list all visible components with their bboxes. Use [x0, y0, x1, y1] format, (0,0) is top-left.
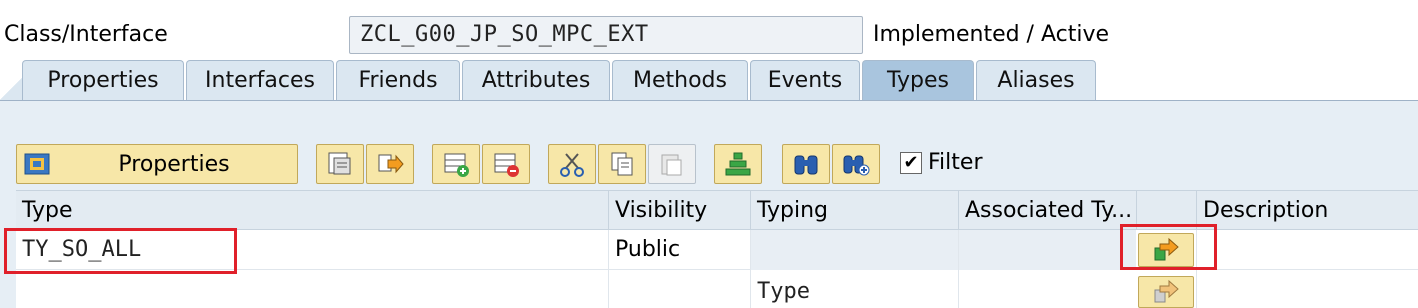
- col-typing[interactable]: Typing: [750, 191, 958, 231]
- find-next-icon: [842, 150, 870, 178]
- properties-button-label: Properties: [118, 151, 230, 177]
- col-type[interactable]: Type: [16, 191, 608, 231]
- delete-row-button[interactable]: [482, 144, 530, 184]
- filter-toggle[interactable]: ✔ Filter: [900, 150, 982, 175]
- paste-button[interactable]: [648, 144, 696, 184]
- copy-icon: [608, 150, 636, 178]
- hierarchy-button[interactable]: [714, 144, 762, 184]
- detail-view-button[interactable]: [316, 144, 364, 184]
- delete-row-icon: [492, 150, 520, 178]
- tab-types[interactable]: Types: [862, 60, 974, 100]
- tab-events[interactable]: Events: [750, 60, 860, 100]
- tab-friends[interactable]: Friends: [336, 60, 460, 100]
- tab-interfaces[interactable]: Interfaces: [186, 60, 334, 100]
- properties-icon: [23, 150, 51, 178]
- description-cell[interactable]: [1196, 230, 1418, 270]
- detail-view-icon: [326, 150, 354, 178]
- class-name-field[interactable]: ZCL_G00_JP_SO_MPC_EXT: [349, 16, 863, 54]
- insert-row-icon: [442, 150, 470, 178]
- highlight-type-cell: [4, 228, 237, 274]
- find-next-button[interactable]: [832, 144, 880, 184]
- class-interface-label: Class/Interface: [4, 22, 168, 47]
- associated-type-cell[interactable]: [958, 270, 1136, 308]
- filter-checkbox[interactable]: ✔: [900, 151, 922, 174]
- tab-aliases[interactable]: Aliases: [976, 60, 1096, 100]
- tab-strip: Properties Interfaces Friends Attributes…: [0, 60, 1418, 100]
- table-row[interactable]: Type: [16, 270, 1418, 308]
- insert-row-button[interactable]: [432, 144, 480, 184]
- goto-arrow-icon: [1152, 278, 1180, 306]
- goto-icon: [376, 150, 404, 178]
- col-associated-type[interactable]: Associated Ty...: [958, 191, 1136, 231]
- cut-button[interactable]: [548, 144, 596, 184]
- tab-attributes[interactable]: Attributes: [462, 60, 610, 100]
- description-cell[interactable]: [1196, 270, 1418, 308]
- status-text: Implemented / Active: [873, 22, 1110, 47]
- typing-cell[interactable]: Type: [750, 270, 958, 308]
- col-description[interactable]: Description: [1196, 191, 1418, 231]
- visibility-cell[interactable]: Public: [608, 230, 750, 270]
- direct-type-entry-button-2[interactable]: [1138, 276, 1194, 308]
- paste-icon: [658, 150, 686, 178]
- associated-type-cell[interactable]: [958, 230, 1136, 270]
- tab-methods[interactable]: Methods: [612, 60, 748, 100]
- tab-properties[interactable]: Properties: [22, 60, 184, 100]
- find-icon: [792, 150, 820, 178]
- goto-button[interactable]: [366, 144, 414, 184]
- cut-icon: [558, 150, 586, 178]
- filter-label: Filter: [928, 150, 983, 175]
- type-cell[interactable]: [16, 270, 608, 308]
- properties-button[interactable]: Properties: [16, 144, 298, 184]
- col-visibility[interactable]: Visibility: [608, 191, 750, 231]
- typing-cell[interactable]: [750, 230, 958, 270]
- highlight-nav-button: [1120, 224, 1217, 270]
- visibility-cell[interactable]: [608, 270, 750, 308]
- hierarchy-icon: [724, 150, 752, 178]
- copy-button[interactable]: [598, 144, 646, 184]
- find-button[interactable]: [782, 144, 830, 184]
